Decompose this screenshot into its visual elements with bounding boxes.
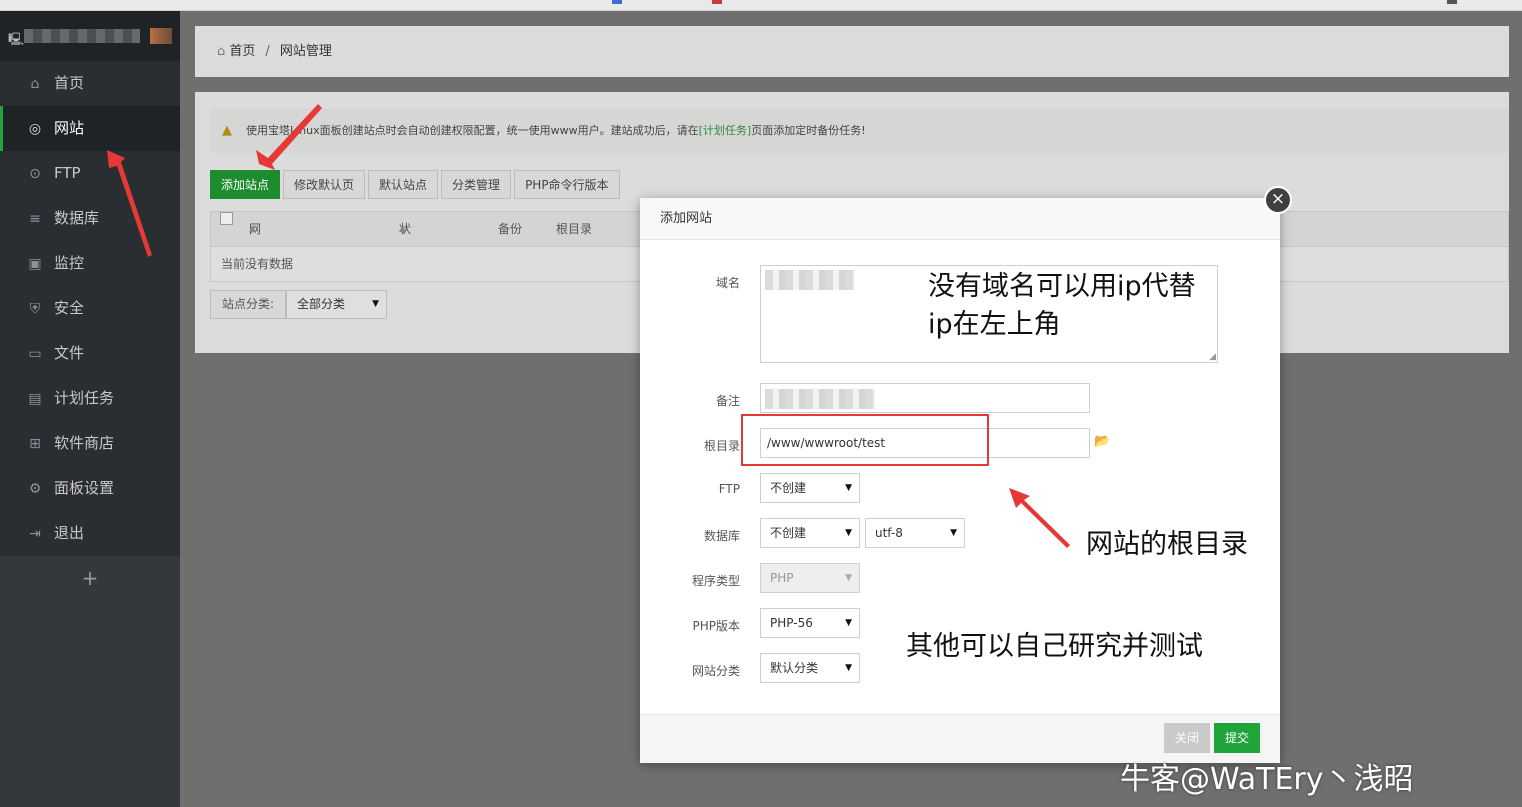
breadcrumb: ⌂ 首页 / 网站管理 [195,26,1509,77]
blurred-domain [765,270,855,290]
caret-down-icon: ▼ [845,528,852,538]
sidebar-item-cron[interactable]: ▤ 计划任务 [0,376,180,421]
domain-label: 域名 [715,276,740,290]
dialog-submit-button[interactable]: 提交 [1214,723,1260,753]
sidebar-item-website[interactable]: ◎ 网站 [0,106,180,151]
logout-icon: ⇥ [29,526,41,542]
remark-input[interactable] [760,383,1090,413]
category-management-button[interactable]: 分类管理 [441,170,512,199]
sidebar-item-monitor[interactable]: ▣ 监控 [0,241,180,286]
php-cli-version-button[interactable]: PHP命令行版本 [514,170,620,199]
site-category-select[interactable]: 全部分类 ▼ [286,290,387,319]
globe-icon: ◎ [28,121,42,137]
site-category-field-label: 网站分类 [691,664,740,678]
folder-icon: ▭ [28,346,42,362]
caret-down-icon: ▼ [845,618,852,628]
folder-open-icon[interactable]: 📂 [1094,434,1112,450]
root-dir-label: 根目录 [703,439,740,453]
php-version-label: PHP版本 [692,619,741,633]
notice-text: 使用宝塔Linux面板创建站点时会自动创建权限配置，统一使用www用户。建站成功… [246,124,699,137]
toolbar: 添加站点 修改默认页 默认站点 分类管理 PHP命令行版本 [210,170,623,200]
caret-down-icon: ▼ [845,663,852,673]
notice-text-after: 页面添加定时备份任务! [751,124,866,137]
browser-top-strip [0,0,1522,11]
database-label: 数据库 [703,529,740,543]
database-select[interactable]: 不创建 ▼ [760,518,860,548]
notice-cron-link[interactable]: [计划任务] [699,124,752,137]
sidebar-add-button[interactable]: + [0,556,180,600]
database-icon: ≡ [29,211,41,227]
annotation-highlight-box [741,414,989,466]
caret-down-icon: ▼ [845,483,852,493]
annotation-root-hint: 网站的根目录 [1086,529,1248,560]
dialog-close-icon[interactable]: × [1264,186,1292,214]
tab-marker-icon [612,0,622,4]
php-version-select[interactable]: PHP-56 ▼ [760,608,860,638]
dialog-cancel-button[interactable]: 关闭 [1164,723,1210,753]
annotation-domain-hint: 没有域名可以用ip代替 ip在左上角 [928,271,1196,340]
remark-label: 备注 [715,394,740,408]
calendar-icon: ▤ [28,391,42,407]
blurred-remark [765,389,875,409]
server-ip-header: 🖳 [0,11,180,61]
sidebar-item-files[interactable]: ▭ 文件 [0,331,180,376]
sidebar-item-ftp[interactable]: ⊙ FTP [0,151,180,196]
caret-down-icon: ▼ [372,299,379,309]
tab-marker-icon [1447,0,1457,4]
column-root-dir: 根目录 [556,222,593,236]
sidebar-item-settings[interactable]: ⚙ 面板设置 [0,466,180,511]
site-category-label: 站点分类: [210,290,286,319]
column-backup: 备份 [498,222,523,236]
caret-down-icon: ▼ [845,573,852,583]
sidebar-item-security[interactable]: ⛨ 安全 [0,286,180,331]
gear-icon: ⚙ [28,481,42,497]
default-site-button[interactable]: 默认站点 [368,170,439,199]
caret-down-icon: ▼ [950,528,957,538]
sidebar-item-label: 面板设置 [54,479,115,497]
charset-select[interactable]: utf-8 ▼ [865,518,965,548]
breadcrumb-current: 网站管理 [279,44,332,59]
shield-icon: ⛨ [29,301,41,317]
warning-icon: ▲ [222,123,232,138]
breadcrumb-separator: / [265,44,270,59]
sidebar-item-database[interactable]: ≡ 数据库 [0,196,180,241]
ftp-select[interactable]: 不创建 ▼ [760,473,860,503]
sidebar-item-label: 退出 [54,524,85,542]
sidebar-item-label: 软件商店 [54,434,115,452]
ftp-icon: ⊙ [29,166,41,182]
blurred-ip [24,29,140,43]
notice-bar: ▲ 使用宝塔Linux面板创建站点时会自动创建权限配置，统一使用www用户。建站… [210,108,1509,153]
sidebar-item-store[interactable]: ⊞ 软件商店 [0,421,180,466]
breadcrumb-home[interactable]: 首页 [229,44,255,59]
site-category-field-select[interactable]: 默认分类 ▼ [760,653,860,683]
sidebar-item-label: 网站 [54,119,85,137]
sidebar-item-label: 安全 [54,299,85,317]
dialog-title: 添加网站 [640,198,1280,240]
annotation-other-hint: 其他可以自己研究并测试 [906,631,1203,662]
monitor-icon: ▣ [28,256,42,272]
sidebar-item-label: 数据库 [54,209,100,227]
sidebar-item-home[interactable]: ⌂ 首页 [0,61,180,106]
program-type-label: 程序类型 [691,574,740,588]
grid-icon: ⊞ [29,436,41,452]
sidebar-item-label: FTP [54,164,81,182]
sidebar-item-logout[interactable]: ⇥ 退出 [0,511,180,556]
blurred-badge [150,28,172,44]
tab-marker-icon [712,0,722,4]
computer-icon: 🖳 [8,32,25,46]
program-type-select: PHP ▼ [760,563,860,593]
sidebar-item-label: 首页 [54,74,85,92]
sidebar-item-label: 文件 [54,344,85,362]
resize-handle-icon[interactable]: ◢ [1209,352,1216,362]
ftp-label: FTP [718,482,740,496]
sidebar-item-label: 监控 [54,254,85,272]
sidebar-nav: ⌂ 首页 ◎ 网站 ⊙ FTP ≡ 数据库 ▣ 监控 ⛨ 安全 ▭ 文件 ▤ 计划任务 ⊞ 软件商… [0,61,180,556]
watermark: 牛客@WaTEry丶浅昭 [1120,762,1414,797]
home-icon: ⌂ [217,44,226,59]
add-site-button[interactable]: 添加站点 [210,170,281,199]
sidebar-item-label: 计划任务 [54,389,115,407]
home-icon: ⌂ [30,76,40,92]
edit-default-page-button[interactable]: 修改默认页 [283,170,366,199]
